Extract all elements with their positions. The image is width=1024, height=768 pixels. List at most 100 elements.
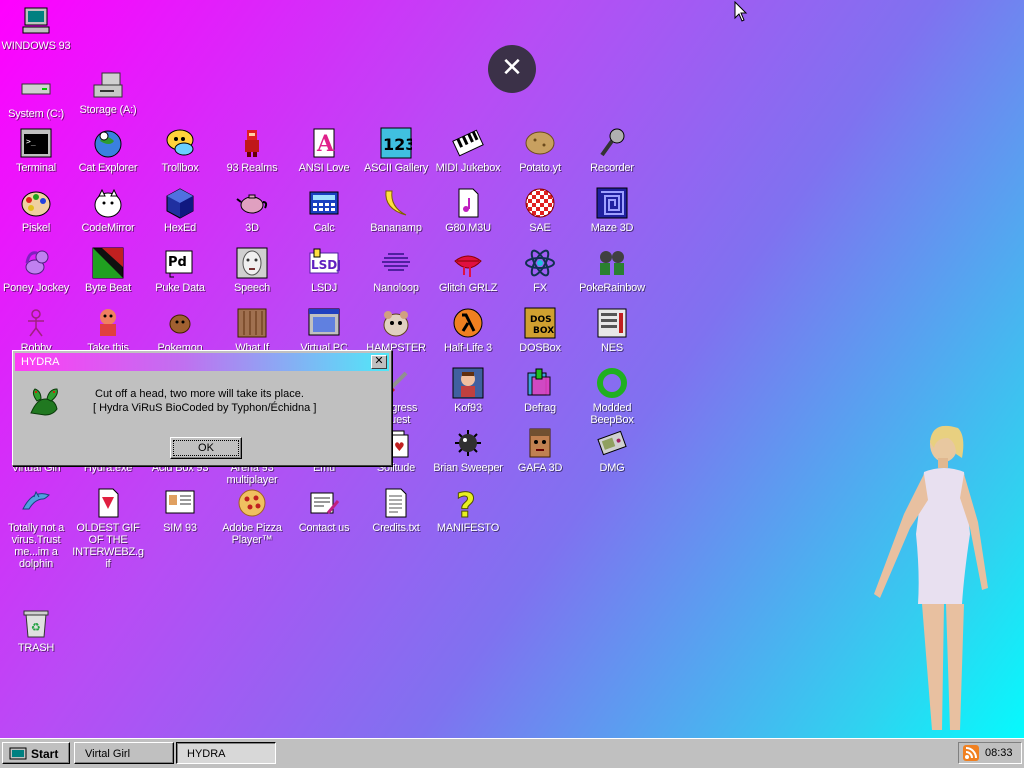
desktop-icon-brian-sweeper[interactable]: Brian Sweeper <box>432 426 504 474</box>
icon-label: FX <box>533 282 547 294</box>
icon-label: MANIFESTO <box>436 522 500 534</box>
desktop-icon-93-realms[interactable]: 93 Realms <box>216 126 288 174</box>
desktop-icon-ansi-love[interactable]: A ANSI Love <box>288 126 360 174</box>
desktop-icon-g80m3u[interactable]: G80.M3U <box>432 186 504 234</box>
start-button[interactable]: Start <box>2 742 70 764</box>
cube-icon <box>163 186 197 220</box>
desktop-icon-pokemon[interactable]: Pokemon <box>144 306 216 354</box>
desktop-icon-glitch-grlz[interactable]: Glitch GRLZ <box>432 246 504 294</box>
desktop-icon-dmg[interactable]: DMG <box>576 426 648 474</box>
desktop-icon-recorder[interactable]: Recorder <box>576 126 648 174</box>
pokerainbow-icon <box>595 246 629 280</box>
icon-label: Cat Explorer <box>78 162 138 174</box>
desktop-icon-gafa-3d[interactable]: GAFA 3D <box>504 426 576 474</box>
desktop-icon-modded-beepbox[interactable]: Modded BeepBox <box>576 366 648 426</box>
lips-icon <box>451 246 485 280</box>
icon-label: Contact us <box>298 522 350 534</box>
teapot-icon <box>235 186 269 220</box>
desktop-icon-credits[interactable]: Credits.txt <box>360 486 432 534</box>
close-overlay-button[interactable]: ✕ <box>488 45 536 93</box>
virtual-pc-icon <box>307 306 341 340</box>
maze-icon <box>595 186 629 220</box>
desktop-icon-maze-3d[interactable]: Maze 3D <box>576 186 648 234</box>
terminal-icon: >_ <box>19 126 53 160</box>
icon-label: Kof93 <box>454 402 482 414</box>
desktop-icon-bananamp[interactable]: Bananamp <box>360 186 432 234</box>
desktop-icon-kof93[interactable]: Kof93 <box>432 366 504 414</box>
dolphin-icon <box>19 486 53 520</box>
desktop-icon-terminal[interactable]: >_ Terminal <box>0 126 72 174</box>
rss-icon[interactable] <box>963 745 979 761</box>
icon-label: Bananamp <box>370 222 422 234</box>
desktop-icon-defrag[interactable]: Defrag <box>504 366 576 414</box>
potato-icon <box>523 126 557 160</box>
dialog-titlebar[interactable]: HYDRA ✕ <box>15 353 389 371</box>
icon-label: Brian Sweeper <box>433 462 503 474</box>
desktop-icon-poney-jockey[interactable]: Poney Jockey <box>0 246 72 294</box>
icon-label: Adobe Pizza Player™ <box>222 522 282 546</box>
desktop-icon-ascii-gallery[interactable]: 123 ASCII Gallery <box>360 126 432 174</box>
desktop-icon-system-c[interactable]: System (C:) <box>0 72 72 120</box>
taskbar-item-virtual-girl[interactable]: Virtal Girl <box>74 742 174 764</box>
desktop-icon-piskel[interactable]: Piskel <box>0 186 72 234</box>
desktop-icon-contact-us[interactable]: Contact us <box>288 486 360 534</box>
desktop-icon-manifesto[interactable]: ? MANIFESTO <box>432 486 504 534</box>
desktop-icon-dolphin[interactable]: Totally not a virus.Trust me...im a dolp… <box>0 486 72 570</box>
banana-icon <box>379 186 413 220</box>
desktop-icon-puke-data[interactable]: Pd Puke Data <box>144 246 216 294</box>
icon-label: PokeRainbow <box>579 282 645 294</box>
dialog-close-button[interactable]: ✕ <box>371 355 387 369</box>
desktop-icon-nanoloop[interactable]: Nanoloop <box>360 246 432 294</box>
clock[interactable]: 08:33 <box>985 743 1013 763</box>
desktop-icon-cat-explorer[interactable]: Cat Explorer <box>72 126 144 174</box>
desktop-icon-nes[interactable]: NES <box>576 306 648 354</box>
desktop-icon-hampster[interactable]: HAMPSTER <box>360 306 432 354</box>
desktop-icon-lsdj[interactable]: LSDJ LSDJ <box>288 246 360 294</box>
taskbar-item-label: Virtal Girl <box>85 748 131 760</box>
desktop-icon-trash[interactable]: ♻ TRASH <box>0 606 72 654</box>
desktop-icon-robby[interactable]: Robby <box>0 306 72 354</box>
desktop-icon-byte-beat[interactable]: Byte Beat <box>72 246 144 294</box>
what-if-icon <box>235 306 269 340</box>
desktop-icon-oldest-gif[interactable]: OLDEST GIF OF THE INTERWEBZ.gif <box>72 486 144 570</box>
desktop-icon-storage-a[interactable]: Storage (A:) <box>72 68 144 116</box>
taskbar-item-label: HYDRA <box>187 748 226 760</box>
desktop-icon-virtual-pc[interactable]: Virtual PC <box>288 306 360 354</box>
desktop-icon-potato[interactable]: Potato.yt <box>504 126 576 174</box>
icon-label: DMG <box>599 462 625 474</box>
desktop-icon-pokerainbow[interactable]: PokeRainbow <box>576 246 648 294</box>
taskbar-item-hydra[interactable]: HYDRA <box>176 742 276 764</box>
desktop-icon-fx[interactable]: FX <box>504 246 576 294</box>
desktop-icon-codemirror[interactable]: CodeMirror <box>72 186 144 234</box>
icon-label: Glitch GRLZ <box>438 282 498 294</box>
hamster-icon <box>379 306 413 340</box>
icon-label: LSDJ <box>310 282 338 294</box>
ok-button[interactable]: OK <box>170 437 242 459</box>
gameboy-icon <box>595 426 629 460</box>
start-logo-icon <box>9 747 27 760</box>
dialog-title: HYDRA <box>21 356 60 368</box>
green-ring-icon <box>595 366 629 400</box>
desktop-icon-take-this[interactable]: Take this <box>72 306 144 354</box>
desktop-icon-3d[interactable]: 3D <box>216 186 288 234</box>
desktop-icon-calc[interactable]: Calc <box>288 186 360 234</box>
desktop-icon-what-if[interactable]: What If <box>216 306 288 354</box>
icon-label: GAFA 3D <box>517 462 563 474</box>
desktop-icon-windows93[interactable]: WINDOWS 93 <box>0 4 72 52</box>
icon-label: Calc <box>313 222 335 234</box>
text-file-icon <box>379 486 413 520</box>
pokemon-icon <box>163 306 197 340</box>
mascot-icon <box>91 306 125 340</box>
desktop-icon-hexed[interactable]: HexEd <box>144 186 216 234</box>
desktop-icon-speech[interactable]: Speech <box>216 246 288 294</box>
desktop-icon-dosbox[interactable]: DOS BOX DOSBox <box>504 306 576 354</box>
desktop-icon-sae[interactable]: SAE <box>504 186 576 234</box>
ascii-numbers-icon: 123 <box>379 126 413 160</box>
desktop-icon-adobe-pizza[interactable]: Adobe Pizza Player™ <box>216 486 288 546</box>
desktop-icon-half-life-3[interactable]: Half-Life 3 <box>432 306 504 354</box>
desktop-icon-trollbox[interactable]: Trollbox <box>144 126 216 174</box>
desktop-icon-sim93[interactable]: SIM 93 <box>144 486 216 534</box>
icon-label: Byte Beat <box>85 282 131 294</box>
desktop-icon-midi-jukebox[interactable]: MIDI Jukebox <box>432 126 504 174</box>
pizza-icon <box>235 486 269 520</box>
